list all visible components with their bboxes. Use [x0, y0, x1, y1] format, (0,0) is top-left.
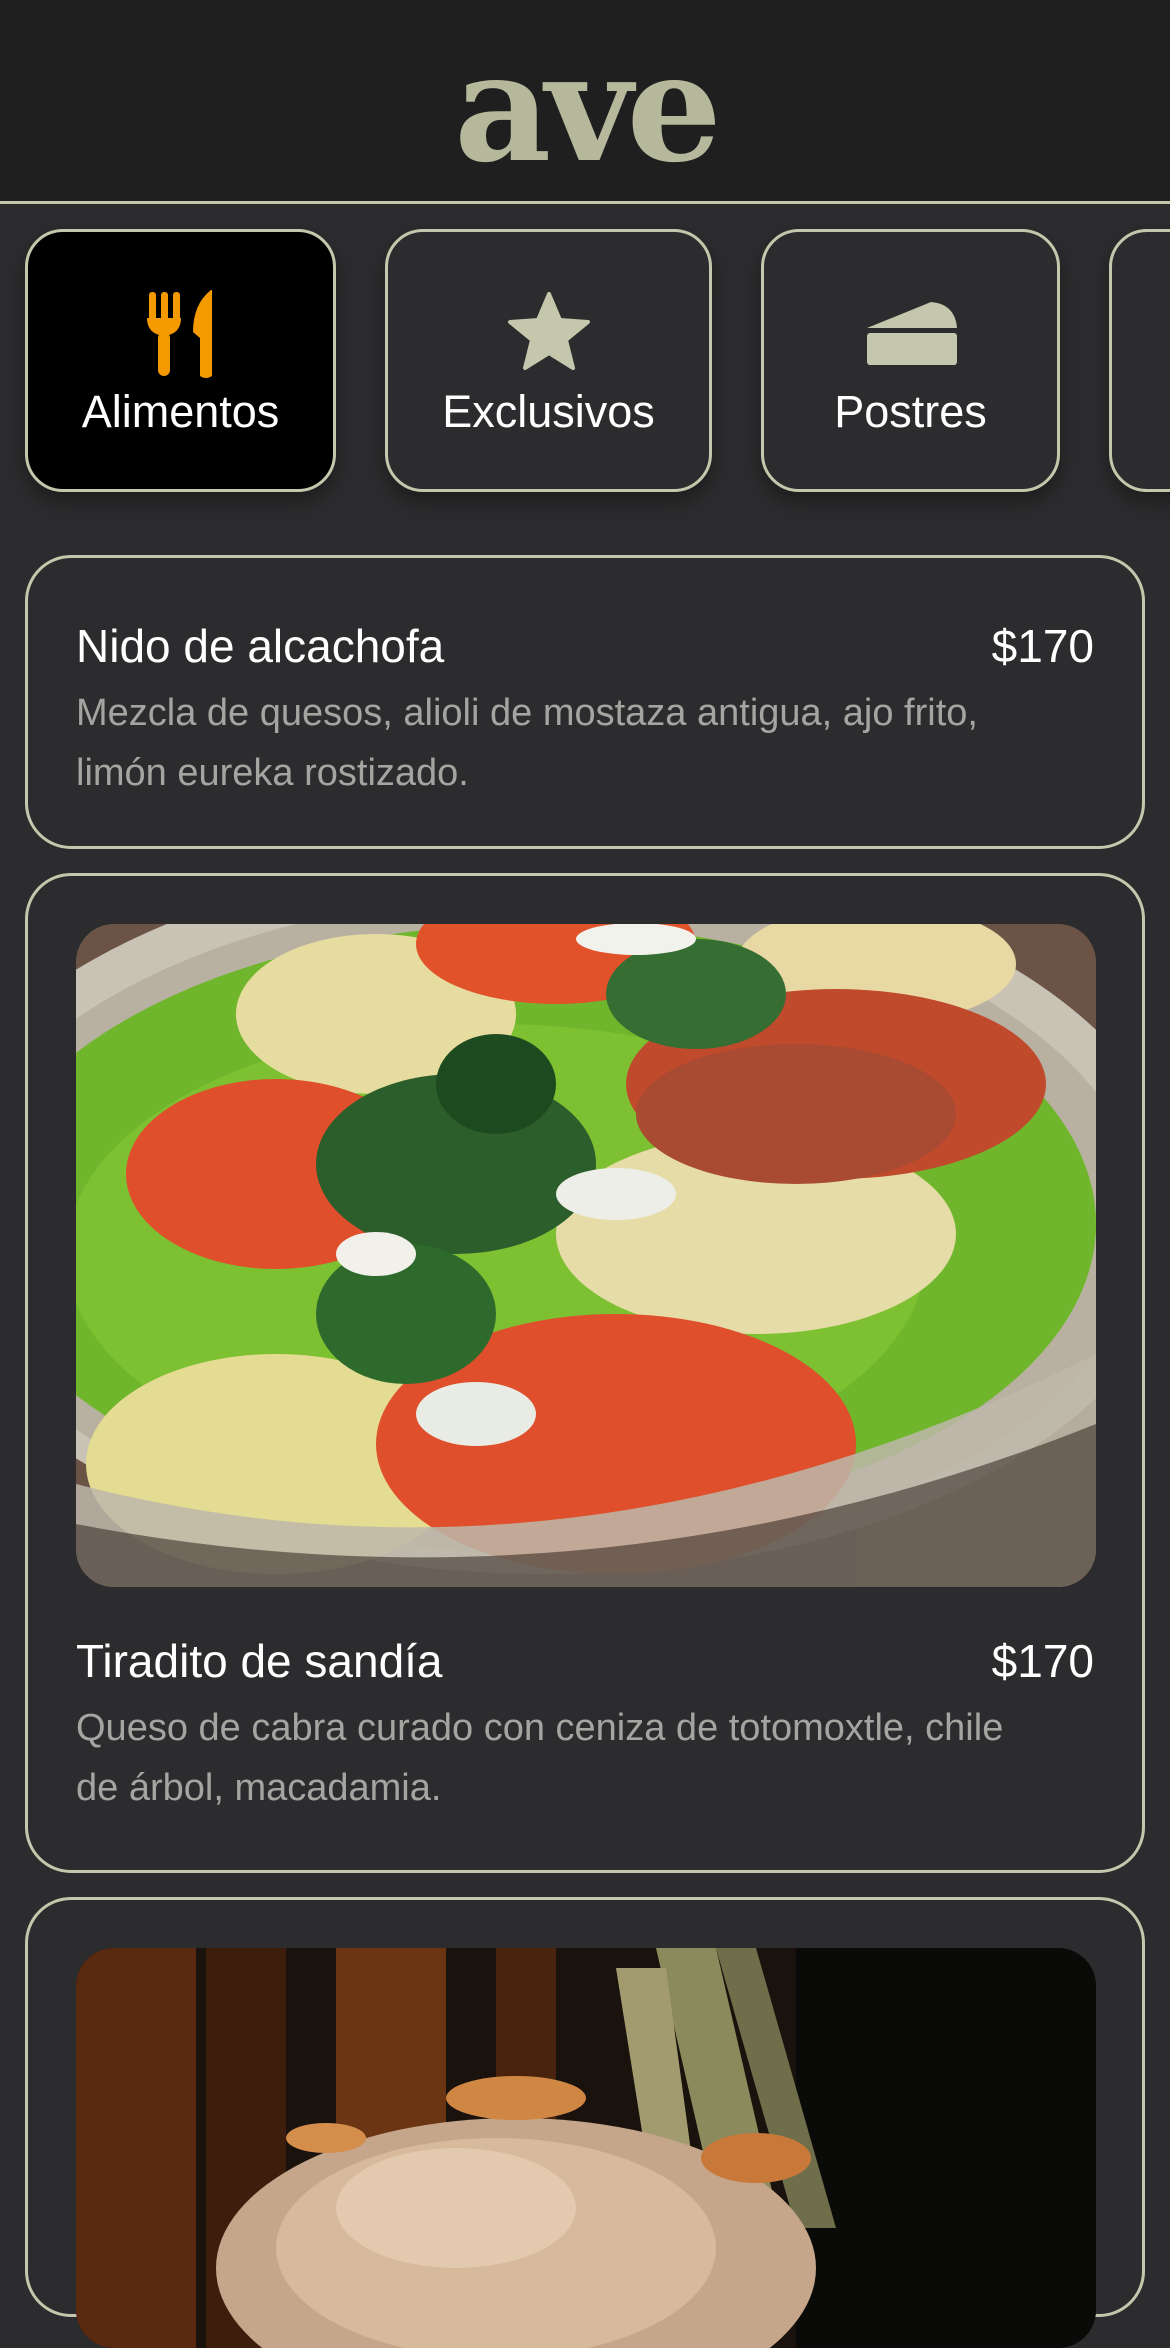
logo-text: ave — [454, 38, 716, 178]
dish-photo — [76, 1948, 1096, 2348]
dish-photo — [76, 924, 1096, 1587]
menu-item-card[interactable]: Nido de alcachofa $170 Mezcla de quesos,… — [25, 555, 1145, 849]
cake-slice-icon — [866, 302, 957, 365]
tab-label: Alimentos — [81, 386, 280, 437]
tab-exclusivos[interactable]: Exclusivos — [385, 229, 712, 492]
roasted-artichoke-dish-photo — [76, 1948, 1096, 2348]
tab-postres[interactable]: Postres — [761, 229, 1060, 492]
ave-logo[interactable]: ave — [445, 38, 725, 178]
category-tabs: Alimentos Exclusivos Postres — [0, 204, 1170, 534]
item-description: Mezcla de quesos, alioli de mostaza anti… — [76, 692, 978, 794]
item-name: Tiradito de sandía — [76, 1635, 443, 1687]
menu-item-card[interactable] — [25, 1897, 1145, 2348]
item-price: $170 — [991, 1635, 1094, 1687]
watermelon-tiradito-dish-photo — [76, 924, 1096, 1587]
app-header: ave — [0, 0, 1170, 204]
tab-label: Exclusivos — [442, 386, 655, 437]
item-price: $170 — [991, 620, 1094, 672]
item-name: Nido de alcachofa — [76, 620, 445, 672]
tab-label: Postres — [834, 386, 987, 437]
item-description: Queso de cabra curado con ceniza de toto… — [76, 1707, 1004, 1809]
menu-item-card[interactable]: Tiradito de sandía $170 Queso de cabra c… — [25, 873, 1145, 1873]
tab-alimentos[interactable]: Alimentos — [25, 229, 336, 492]
star-icon — [507, 292, 590, 370]
more-category-icon — [1122, 282, 1170, 382]
fork-knife-icon — [146, 290, 212, 378]
tab-more[interactable] — [1109, 229, 1170, 492]
